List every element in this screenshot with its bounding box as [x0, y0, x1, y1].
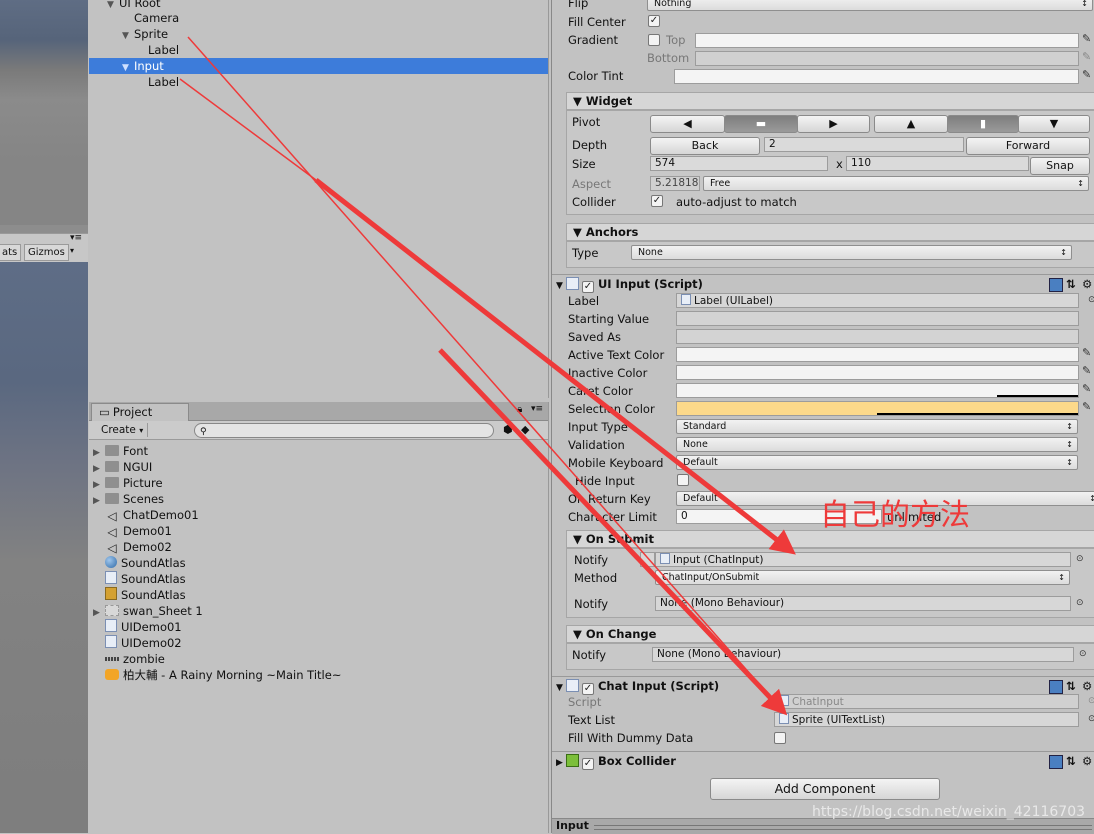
annotation-text: 自己的方法 — [820, 498, 970, 533]
arrow-line-thin — [179, 78, 317, 181]
annotation-arrows — [179, 36, 796, 716]
arrow-to-notify — [314, 178, 796, 555]
arrow-line-thin — [187, 36, 783, 711]
watermark: https://blog.csdn.net/weixin_42116703 — [812, 804, 1086, 820]
arrow-to-text-list — [438, 348, 788, 716]
